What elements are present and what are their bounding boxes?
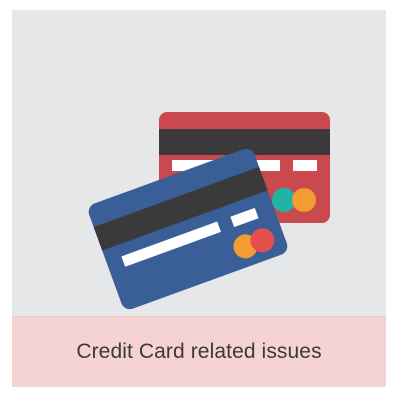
tile-caption[interactable]: Credit Card related issues xyxy=(76,340,321,364)
credit-cards-illustration xyxy=(12,10,386,316)
front-credit-card-icon xyxy=(88,148,288,310)
caption-bar: Credit Card related issues xyxy=(12,316,386,387)
credit-card-issues-tile[interactable]: Credit Card related issues xyxy=(12,10,386,387)
